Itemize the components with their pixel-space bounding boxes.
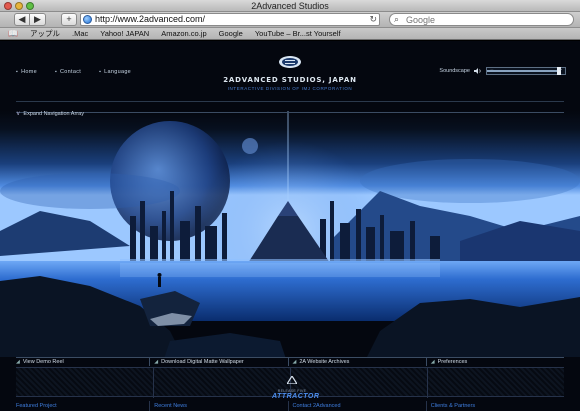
logo-tagline: INTERACTIVE DIVISION OF IMJ CORPORATION [227,86,353,91]
book-icon[interactable]: 📖 [8,29,18,38]
bottom-link-row: View Demo Reel Download Digital Matte Wa… [16,357,564,366]
band-divider [427,368,428,398]
nav-contact-link[interactable]: Contact [55,69,81,75]
browser-toolbar: ◀ ▶ + http://www.2advanced.com/ ↻ ⌕ [0,12,580,28]
attractor-name: ATTRACTOR [272,393,320,400]
address-bar[interactable]: http://www.2advanced.com/ ↻ [80,13,380,26]
nav-home-link[interactable]: Home [16,69,37,75]
add-bookmark-button[interactable]: + [61,13,77,26]
globe-icon [83,15,92,24]
release-banner: RELEASE FIVE ATTRACTOR [16,367,564,400]
bookmark-google[interactable]: Google [219,29,243,38]
band-divider [153,368,154,398]
attractor-logo[interactable]: RELEASE FIVE ATTRACTOR [272,371,320,400]
soundscape-control: Soundscape − + [439,67,566,75]
nav-language-link[interactable]: Language [99,69,131,75]
chevron-down-icon: ∨ [16,111,21,117]
site-logo[interactable]: 2ADVANCED STUDIOS, JAPAN INTERACTIVE DIV… [215,55,365,97]
expand-navigation-label: Expand Navigation Array [23,111,84,117]
expand-navigation-bar[interactable]: ∨ Expand Navigation Array [16,101,564,117]
bookmark-amazon[interactable]: Amazon.co.jp [161,29,206,38]
site-top-nav: Home Contact Language [16,69,131,75]
forward-button[interactable]: ▶ [30,13,46,26]
featured-project-link[interactable]: Featured Project [16,401,149,411]
back-button[interactable]: ◀ [14,13,30,26]
bookmark-apple[interactable]: アップル [30,28,60,39]
website-archives-link[interactable]: 2A Website Archives [287,358,426,366]
logo-name: 2ADVANCED STUDIOS, JAPAN [223,76,357,84]
contact-2advanced-link[interactable]: Contact 2Advanced [287,401,426,411]
url-text[interactable]: http://www.2advanced.com/ [95,14,205,25]
soundscape-label: Soundscape [439,68,470,74]
bookmark-yahoo-japan[interactable]: Yahoo! JAPAN [100,29,149,38]
view-demo-reel-link[interactable]: View Demo Reel [16,358,149,366]
search-input[interactable] [406,14,566,25]
volume-up-icon[interactable]: + [558,67,562,75]
logo-emblem-icon [279,56,301,68]
footer-link-row: Featured Project Recent News Contact 2Ad… [16,401,564,411]
bookmark-youtube[interactable]: YouTube – Br...st Yourself [255,29,341,38]
bookmark-mac[interactable]: .Mac [72,29,88,38]
search-field[interactable]: ⌕ [389,13,574,26]
attractor-triangle-icon [285,374,299,385]
preferences-link[interactable]: Preferences [425,358,564,366]
speaker-icon[interactable] [474,67,482,75]
window-title: 2Advanced Studios [251,1,329,11]
window-titlebar: 2Advanced Studios [0,0,580,12]
recent-news-link[interactable]: Recent News [149,401,287,411]
search-icon: ⌕ [394,14,400,24]
volume-fill [487,70,558,72]
volume-slider[interactable]: − + [486,67,566,75]
reload-icon[interactable]: ↻ [369,14,377,25]
web-page: Home Contact Language 2ADVANCED STUDIOS,… [0,41,580,411]
bookmarks-bar: 📖 アップル .Mac Yahoo! JAPAN Amazon.co.jp Go… [0,28,580,40]
download-wallpaper-link[interactable]: Download Digital Matte Wallpaper [149,358,287,366]
clients-partners-link[interactable]: Clients & Partners [425,401,564,411]
